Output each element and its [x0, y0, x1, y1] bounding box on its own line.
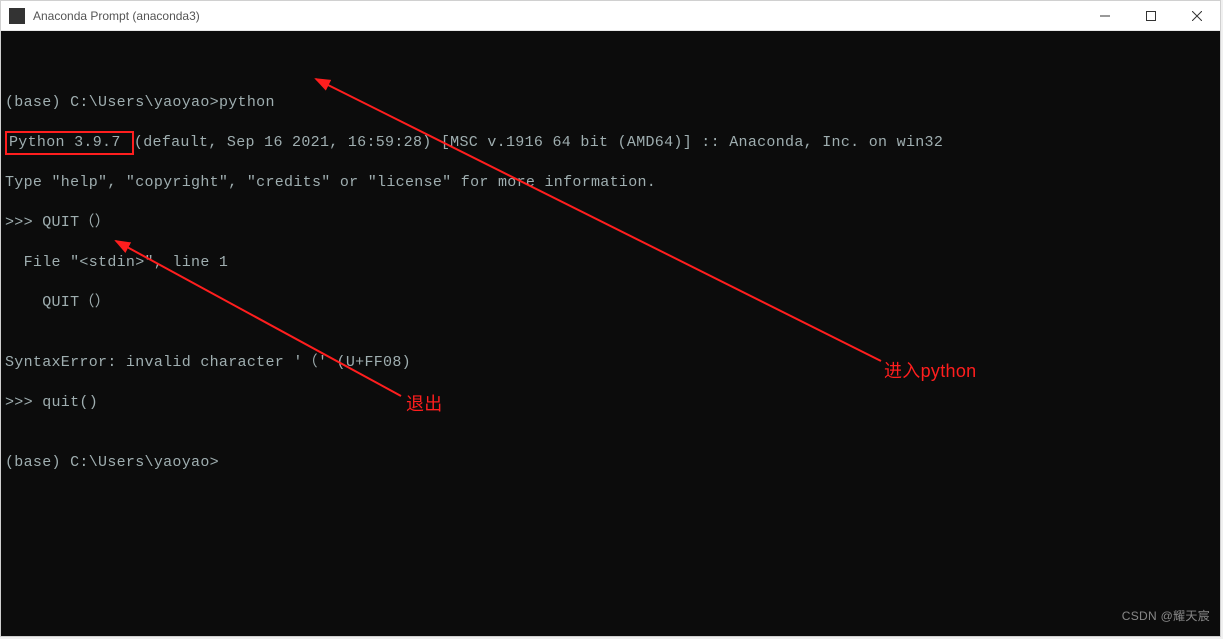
- app-icon: [9, 8, 25, 24]
- terminal-line: [5, 53, 1216, 73]
- minimize-button[interactable]: [1082, 1, 1128, 31]
- terminal-content[interactable]: (base) C:\Users\yaoyao>python Python 3.9…: [1, 31, 1220, 636]
- maximize-icon: [1146, 11, 1156, 21]
- terminal-line: QUIT（）: [5, 293, 1216, 313]
- anaconda-prompt-window: Anaconda Prompt (anaconda3) (base) C:\Us…: [0, 0, 1221, 637]
- maximize-button[interactable]: [1128, 1, 1174, 31]
- version-details: (default, Sep 16 2021, 16:59:28) [MSC v.…: [134, 134, 943, 151]
- window-controls: [1082, 1, 1220, 31]
- terminal-line-version: Python 3.9.7 (default, Sep 16 2021, 16:5…: [5, 133, 1216, 153]
- terminal-line-prompt: (base) C:\Users\yaoyao>python: [5, 93, 1216, 113]
- annotation-arrow-exit: [1, 31, 1220, 631]
- window-titlebar: Anaconda Prompt (anaconda3): [1, 1, 1220, 31]
- window-title: Anaconda Prompt (anaconda3): [33, 9, 1082, 23]
- terminal-line: SyntaxError: invalid character '（' (U+FF…: [5, 353, 1216, 373]
- terminal-line-prompt: (base) C:\Users\yaoyao>: [5, 453, 1216, 473]
- annotation-arrow-enter: [1, 31, 1220, 631]
- close-button[interactable]: [1174, 1, 1220, 31]
- terminal-line: File "<stdin>", line 1: [5, 253, 1216, 273]
- minimize-icon: [1100, 11, 1110, 21]
- terminal-line: >>> quit(): [5, 393, 1216, 413]
- terminal-line: Type "help", "copyright", "credits" or "…: [5, 173, 1216, 193]
- watermark: CSDN @耀天宸: [1122, 606, 1210, 626]
- prompt-text: (base) C:\Users\yaoyao>: [5, 94, 219, 111]
- terminal-line: >>> QUIT（）: [5, 213, 1216, 233]
- command-text: python: [219, 94, 275, 111]
- close-icon: [1192, 11, 1202, 21]
- python-version-highlight: Python 3.9.7: [5, 131, 134, 155]
